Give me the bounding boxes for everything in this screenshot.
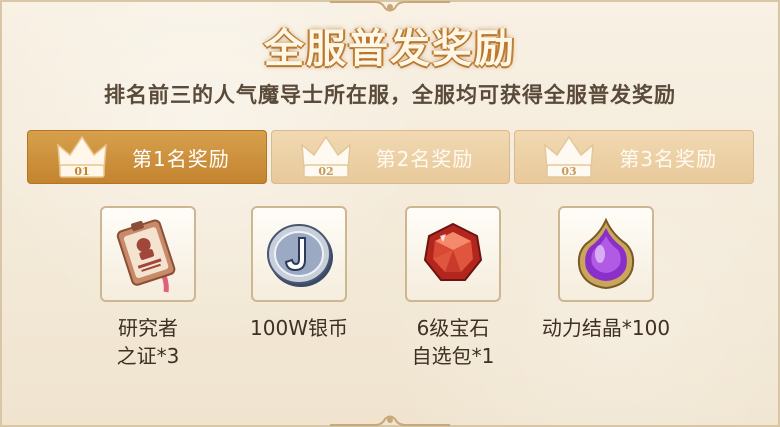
reward-item[interactable]: 动力结晶*100 <box>531 206 681 342</box>
reward-name: 动力结晶*100 <box>541 316 671 340</box>
crown-icon: 01 <box>57 135 107 178</box>
reward-icon-frame <box>251 206 347 302</box>
reward-item[interactable]: 6级宝石 自选包*1 <box>378 206 528 370</box>
tab-label: 第1名奖励 <box>131 146 230 171</box>
page-title: 全服普发奖励 <box>264 26 516 72</box>
tab-number: 01 <box>74 165 89 178</box>
reward-item[interactable]: 100W银币 <box>224 206 374 342</box>
reward-name: 100W银币 <box>250 316 348 340</box>
silver-coin-icon <box>267 224 333 287</box>
gem-pack-icon <box>423 222 483 281</box>
tab-rank-2[interactable]: 02 第2名奖励 <box>270 130 511 184</box>
crown-icon: 02 <box>300 135 351 178</box>
rank-tabs: 01 第1名奖励 02 第2名奖励 03 第3名奖励 <box>27 130 755 184</box>
page-subtitle: 排名前三的人气魔导士所在服，全服均可获得全服普发奖励 <box>104 83 676 107</box>
tab-number: 03 <box>562 165 577 178</box>
tab-rank-1[interactable]: 01 第1名奖励 <box>27 130 267 184</box>
crown-icon: 03 <box>544 135 595 178</box>
tab-label: 第3名奖励 <box>619 146 718 171</box>
tab-number: 02 <box>318 165 333 178</box>
reward-icon-frame <box>100 206 196 302</box>
ornament-top-icon <box>330 1 450 12</box>
researcher-badge-icon <box>116 219 176 293</box>
reward-list: 研究者 之证*3 100W银币 6级宝石 自选包*1 动力结晶*100 <box>2 206 778 386</box>
reward-panel: 全服普发奖励 排名前三的人气魔导士所在服，全服均可获得全服普发奖励 01 第1名… <box>0 0 780 427</box>
reward-name: 6级宝石 自选包*1 <box>411 316 495 368</box>
power-crystal-icon <box>577 217 635 290</box>
tab-label: 第2名奖励 <box>375 146 474 171</box>
reward-icon-frame <box>558 206 654 302</box>
ornament-bottom-icon <box>330 415 450 426</box>
tab-rank-3[interactable]: 03 第3名奖励 <box>514 130 755 184</box>
reward-item[interactable]: 研究者 之证*3 <box>73 206 223 370</box>
reward-icon-frame <box>405 206 501 302</box>
reward-name: 研究者 之证*3 <box>116 316 180 368</box>
